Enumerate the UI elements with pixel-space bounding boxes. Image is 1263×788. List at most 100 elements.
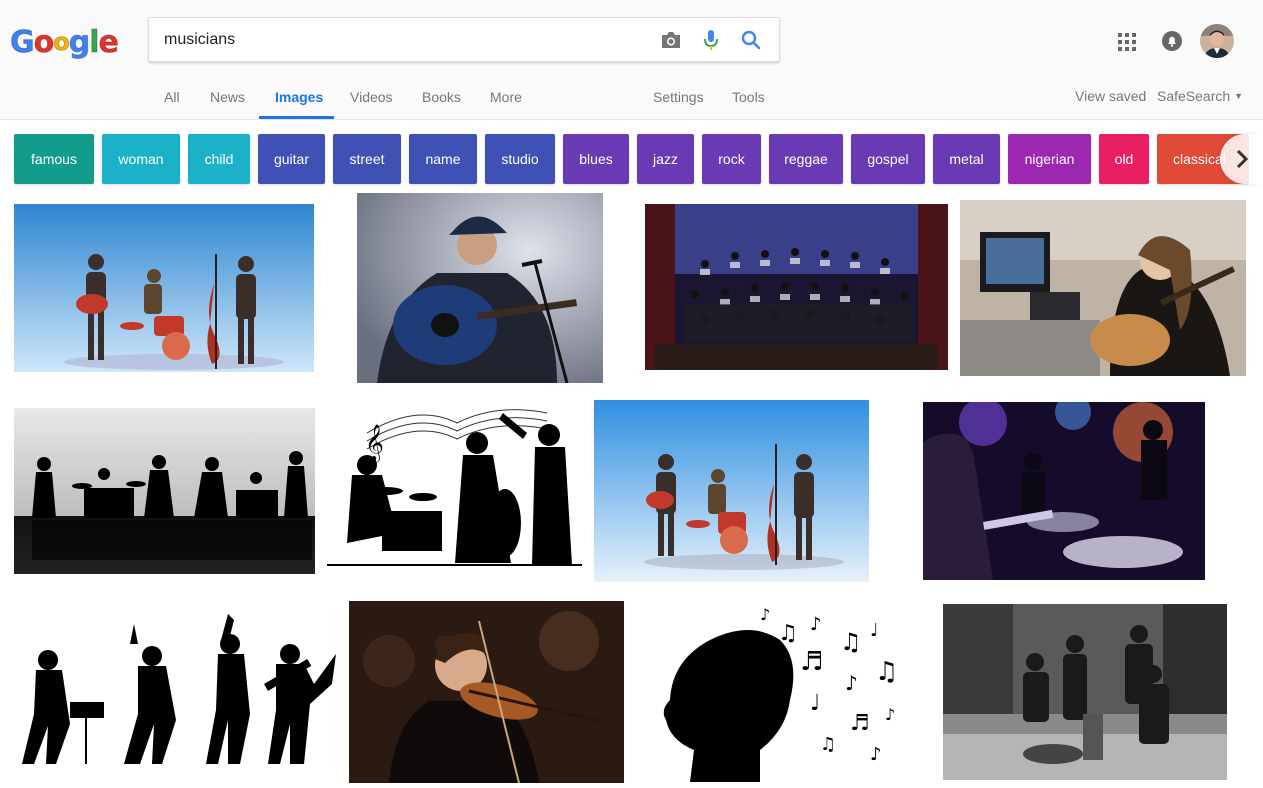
header: G o o g l e All News Images Videos Books…: [0, 0, 1263, 120]
chip-label: gospel: [867, 151, 909, 167]
chip-old[interactable]: old: [1099, 134, 1149, 184]
tools-link[interactable]: Tools: [732, 89, 765, 105]
jazz-band-illustration-image: [14, 204, 314, 372]
image-result[interactable]: [14, 204, 314, 372]
svg-text:♫: ♫: [875, 657, 898, 687]
mic-icon[interactable]: [699, 28, 723, 52]
chip-label: famous: [31, 151, 77, 167]
violinist-image: [349, 601, 624, 783]
svg-text:♫: ♫: [778, 621, 798, 646]
band-silhouette-image: [14, 408, 315, 574]
tab-books[interactable]: Books: [422, 89, 461, 105]
tab-images[interactable]: Images: [275, 89, 323, 105]
chip-jazz[interactable]: jazz: [637, 134, 694, 184]
music-notes-head-silhouette-image: ♫ ♪ ♫ ♩ ♬ ♪ ♫ ♩ ♬ ♪ ♫ ♪ ♪: [660, 600, 912, 782]
image-result[interactable]: [14, 408, 315, 574]
image-result[interactable]: 𝄞: [327, 393, 582, 571]
search-input[interactable]: [164, 18, 644, 61]
tab-news[interactable]: News: [210, 89, 245, 105]
svg-text:♪: ♪: [810, 614, 822, 635]
orchestra-stage-image: [645, 204, 948, 370]
image-result[interactable]: [14, 614, 336, 772]
image-result[interactable]: [645, 204, 948, 370]
chip-label: metal: [949, 151, 984, 167]
chip-label: child: [204, 151, 234, 167]
chips-scroll-right-button[interactable]: [1220, 134, 1263, 184]
image-result[interactable]: [594, 400, 869, 582]
logo-letter: o: [33, 24, 55, 60]
logo-letter: o: [53, 28, 70, 57]
chip-guitar[interactable]: guitar: [258, 134, 325, 184]
svg-text:♫: ♫: [840, 628, 862, 656]
apps-grid-icon[interactable]: [1116, 31, 1138, 53]
svg-text:♪: ♪: [885, 705, 895, 724]
image-result[interactable]: [960, 200, 1246, 376]
chip-woman[interactable]: woman: [102, 134, 180, 184]
logo-letter: e: [98, 24, 119, 60]
logo-letter: g: [68, 24, 91, 60]
chip-nigerian[interactable]: nigerian: [1008, 134, 1091, 184]
tab-more[interactable]: More: [490, 89, 522, 105]
tab-videos[interactable]: Videos: [350, 89, 393, 105]
guitarist-singing-image: [357, 193, 603, 383]
settings-link[interactable]: Settings: [653, 89, 704, 105]
safesearch-menu[interactable]: SafeSearch ▼: [1157, 88, 1243, 104]
chip-rock[interactable]: rock: [702, 134, 761, 184]
svg-text:♫: ♫: [820, 734, 836, 755]
active-tab-indicator: [259, 116, 334, 119]
chip-label: jazz: [653, 151, 678, 167]
chip-label: guitar: [273, 151, 310, 167]
chip-studio[interactable]: studio: [485, 134, 555, 184]
chip-label: reggae: [784, 151, 828, 167]
chip-label: street: [349, 151, 385, 167]
jazz-band-illustration-image: [594, 400, 869, 582]
chip-blues[interactable]: blues: [563, 134, 629, 184]
camera-icon[interactable]: [659, 28, 683, 52]
search-box: [148, 17, 780, 62]
related-searches-bar: famous woman child guitar street name st…: [0, 121, 1263, 193]
notifications-icon[interactable]: [1161, 30, 1183, 52]
chip-label: rock: [718, 151, 745, 167]
rock-concert-stage-image: [923, 402, 1205, 580]
chip-label: nigerian: [1024, 151, 1075, 167]
jazz-trio-silhouette-image: 𝄞: [327, 393, 582, 571]
chip-label: blues: [579, 151, 613, 167]
svg-text:♬: ♬: [850, 711, 870, 736]
image-result[interactable]: [349, 601, 624, 783]
chip-street[interactable]: street: [333, 134, 401, 184]
studio-guitarist-image: [960, 200, 1246, 376]
caret-down-icon: ▼: [1234, 91, 1243, 101]
chip-gospel[interactable]: gospel: [851, 134, 925, 184]
chip-name[interactable]: name: [409, 134, 477, 184]
chip-child[interactable]: child: [188, 134, 250, 184]
image-result[interactable]: [923, 402, 1205, 580]
view-saved-link[interactable]: View saved: [1075, 88, 1146, 104]
svg-text:♪: ♪: [845, 671, 858, 695]
svg-text:♩: ♩: [870, 620, 879, 641]
search-icon[interactable]: [739, 28, 763, 52]
logo-letter: l: [89, 24, 100, 60]
image-result[interactable]: [357, 193, 603, 383]
svg-text:♩: ♩: [810, 691, 820, 716]
svg-text:♪: ♪: [760, 605, 770, 624]
chip-label: classical: [1173, 151, 1226, 167]
street-musicians-bw-image: [943, 604, 1227, 780]
chip-famous[interactable]: famous: [14, 134, 94, 184]
svg-text:♬: ♬: [800, 647, 823, 677]
safesearch-label: SafeSearch: [1157, 88, 1231, 104]
chip-label: name: [425, 151, 461, 167]
google-doodle-logo[interactable]: G o o g l e: [10, 24, 120, 60]
image-result[interactable]: [943, 604, 1227, 780]
chip-label: studio: [501, 151, 539, 167]
chip-label: woman: [118, 151, 164, 167]
chip-metal[interactable]: metal: [933, 134, 1000, 184]
rock-band-silhouette-image: [14, 614, 336, 772]
image-result[interactable]: ♫ ♪ ♫ ♩ ♬ ♪ ♫ ♩ ♬ ♪ ♫ ♪ ♪: [660, 600, 912, 782]
svg-text:♪: ♪: [870, 744, 882, 765]
tab-all[interactable]: All: [164, 89, 180, 105]
chip-reggae[interactable]: reggae: [769, 134, 843, 184]
avatar[interactable]: [1200, 24, 1234, 58]
chip-label: old: [1114, 151, 1134, 167]
chevron-right-icon: [1236, 149, 1248, 169]
logo-letter: G: [10, 24, 36, 60]
